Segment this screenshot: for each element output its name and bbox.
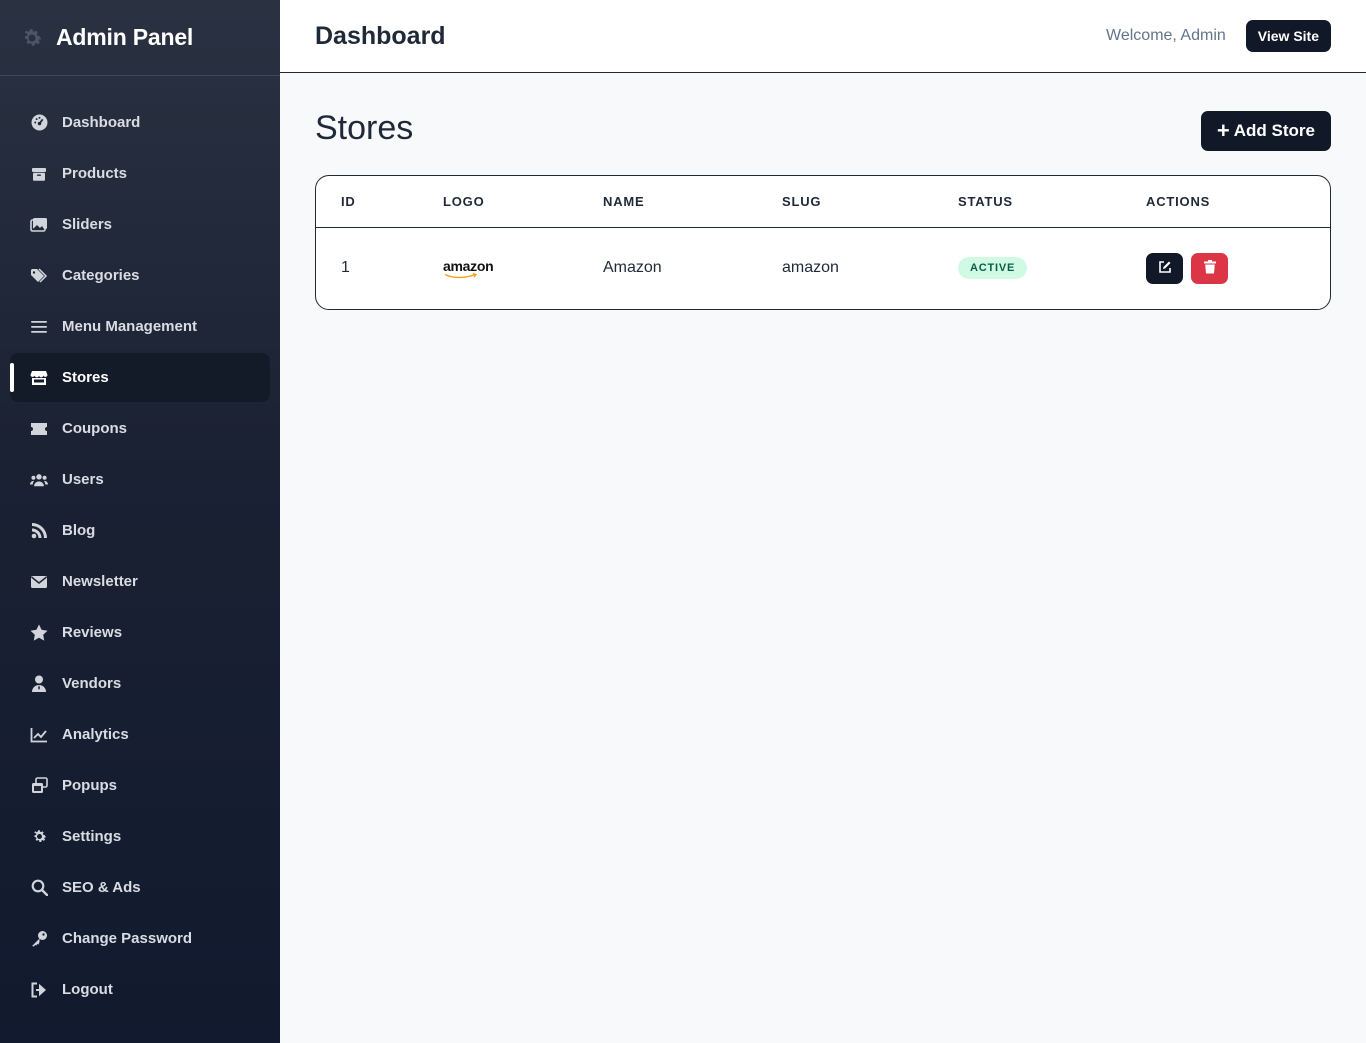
sidebar-item-blog[interactable]: Blog [10, 506, 270, 555]
table-row: 1 amazon Amazon amazon ACTIVE [316, 227, 1330, 309]
status-badge: ACTIVE [958, 257, 1028, 280]
user-tie-icon [30, 675, 48, 693]
sidebar-item-label: Products [62, 165, 128, 182]
edit-button[interactable] [1146, 252, 1183, 284]
envelope-icon [30, 573, 48, 591]
cell-name: Amazon [603, 259, 662, 277]
main-content: Stores + Add Store ID LOGO NAME SLUG STA… [315, 73, 1331, 310]
sidebar-item-label: Sliders [62, 216, 113, 233]
sidebar-item-label: Logout [62, 981, 113, 998]
amazon-smile-icon [444, 272, 478, 278]
brand: Admin Panel [0, 0, 280, 76]
users-icon [30, 471, 48, 489]
stores-table-card: ID LOGO NAME SLUG STATUS ACTIONS 1 amazo… [315, 175, 1331, 310]
header-name: NAME [578, 176, 757, 228]
sidebar-item-products[interactable]: Products [10, 149, 270, 198]
window-restore-icon [30, 777, 48, 795]
sidebar-item-label: Popups [62, 777, 117, 794]
chart-line-icon [30, 726, 48, 744]
topbar-right: Welcome, Admin View Site [1106, 20, 1331, 52]
sidebar-item-label: Categories [62, 267, 140, 284]
sidebar-item-reviews[interactable]: Reviews [10, 608, 270, 657]
sidebar-item-label: SEO & Ads [62, 879, 141, 896]
sidebar-item-label: Menu Management [62, 318, 198, 335]
plus-icon: + [1216, 118, 1230, 143]
page-title: Dashboard [315, 21, 446, 50]
view-site-button[interactable]: View Site [1245, 20, 1331, 52]
sidebar-item-popups[interactable]: Popups [10, 761, 270, 810]
sidebar-item-label: Blog [62, 522, 96, 539]
key-icon [30, 930, 48, 948]
sidebar-item-seo-ads[interactable]: SEO & Ads [10, 863, 270, 912]
sidebar-item-settings[interactable]: Settings [10, 812, 270, 861]
box-icon [30, 165, 48, 183]
sidebar-item-label: Vendors [62, 675, 122, 692]
section-header: Stores + Add Store [315, 109, 1331, 151]
sidebar-item-users[interactable]: Users [10, 455, 270, 504]
table-header-row: ID LOGO NAME SLUG STATUS ACTIONS [316, 176, 1330, 228]
sidebar-item-coupons[interactable]: Coupons [10, 404, 270, 453]
trash-icon [1203, 259, 1216, 277]
header-actions: ACTIONS [1121, 176, 1330, 228]
stores-table: ID LOGO NAME SLUG STATUS ACTIONS 1 amazo… [316, 176, 1330, 309]
sidebar-item-dashboard[interactable]: Dashboard [10, 98, 270, 147]
sidebar-item-vendors[interactable]: Vendors [10, 659, 270, 708]
header-slug: SLUG [757, 176, 933, 228]
sidebar-item-analytics[interactable]: Analytics [10, 710, 270, 759]
sidebar-item-label: Stores [62, 369, 109, 386]
cell-slug: amazon [782, 259, 839, 277]
add-store-label: Add Store [1233, 121, 1315, 140]
sidebar-item-newsletter[interactable]: Newsletter [10, 557, 270, 606]
cell-actions [1121, 227, 1330, 309]
sidebar-item-stores[interactable]: Stores [10, 353, 270, 402]
sidebar: Admin Panel Dashboard Products Sliders C… [0, 0, 280, 1043]
cell-id: 1 [341, 259, 350, 277]
store-logo-text: amazon [443, 257, 494, 274]
star-icon [30, 624, 48, 642]
edit-icon [1158, 260, 1172, 277]
ticket-icon [30, 420, 48, 438]
sidebar-item-label: Users [62, 471, 104, 488]
row-actions [1146, 252, 1330, 284]
cell-logo: amazon [418, 227, 578, 309]
dashboard-icon [30, 114, 48, 132]
gear-icon [20, 26, 44, 50]
header-logo: LOGO [418, 176, 578, 228]
header-id: ID [316, 176, 418, 228]
sidebar-item-categories[interactable]: Categories [10, 251, 270, 300]
blog-icon [30, 522, 48, 540]
brand-title: Admin Panel [56, 24, 194, 50]
sidebar-item-label: Newsletter [62, 573, 138, 590]
cell-status: ACTIVE [933, 227, 1121, 309]
tags-icon [30, 267, 48, 285]
section-title: Stores [315, 109, 414, 147]
add-store-button[interactable]: + Add Store [1200, 111, 1331, 151]
sidebar-item-label: Dashboard [62, 114, 141, 131]
sidebar-item-change-password[interactable]: Change Password [10, 914, 270, 963]
sidebar-item-logout[interactable]: Logout [10, 965, 270, 1014]
topbar: Dashboard Welcome, Admin View Site [280, 0, 1366, 73]
sidebar-item-label: Analytics [62, 726, 129, 743]
sidebar-item-label: Settings [62, 828, 122, 845]
store-logo: amazon [443, 257, 494, 279]
sidebar-item-sliders[interactable]: Sliders [10, 200, 270, 249]
bars-icon [30, 318, 48, 336]
sidebar-item-label: Change Password [62, 930, 193, 947]
gear-icon [30, 828, 48, 846]
sidebar-item-menu-management[interactable]: Menu Management [10, 302, 270, 351]
store-icon [30, 369, 48, 387]
header-status: STATUS [933, 176, 1121, 228]
images-icon [30, 216, 48, 234]
sidebar-item-label: Reviews [62, 624, 123, 641]
delete-button[interactable] [1191, 252, 1228, 284]
welcome-text: Welcome, Admin [1106, 27, 1226, 44]
sidebar-item-label: Coupons [62, 420, 127, 437]
search-icon [30, 879, 48, 897]
sign-out-icon [30, 981, 48, 999]
sidebar-nav: Dashboard Products Sliders Categories Me… [0, 76, 280, 1014]
